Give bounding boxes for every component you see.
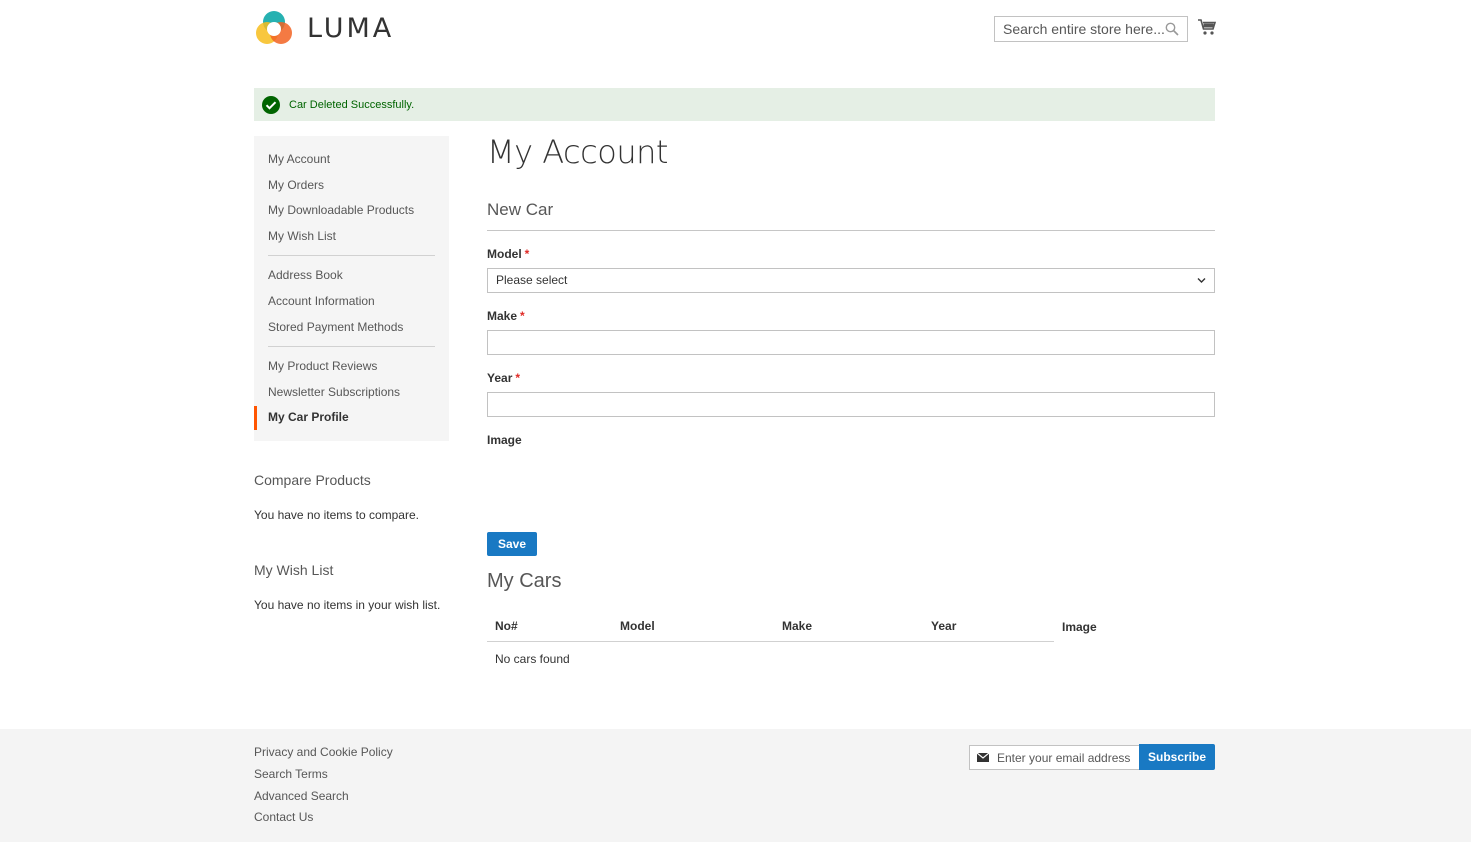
nav-active-indicator <box>254 406 257 430</box>
save-button[interactable]: Save <box>487 532 537 556</box>
column-header-model: Model <box>620 619 655 633</box>
footer-link-advanced-search[interactable]: Advanced Search <box>254 789 349 803</box>
nav-item-my-orders[interactable]: My Orders <box>268 178 324 192</box>
success-message: Car Deleted Successfully. <box>254 88 1215 121</box>
message-text: Car Deleted Successfully. <box>289 98 415 111</box>
page-header: LUMA <box>0 0 1471 60</box>
nav-item-my-account[interactable]: My Account <box>268 152 330 166</box>
nav-item-newsletter-subscriptions[interactable]: Newsletter Subscriptions <box>268 385 400 399</box>
table-header-divider <box>487 641 1054 642</box>
nav-item-my-car-profile[interactable]: My Car Profile <box>268 410 349 424</box>
year-label: Year * <box>487 371 520 385</box>
newsletter-email-input[interactable] <box>997 746 1137 769</box>
page-title: My Account <box>487 133 668 171</box>
search-input[interactable] <box>995 17 1165 41</box>
newsletter-box <box>969 745 1140 770</box>
subscribe-button[interactable]: Subscribe <box>1139 744 1215 770</box>
account-nav: My Account My Orders My Downloadable Pro… <box>254 136 449 441</box>
year-label-text: Year <box>487 371 513 385</box>
page-footer <box>0 729 1471 842</box>
column-header-image: Image <box>1062 620 1097 634</box>
wishlist-empty: You have no items in your wish list. <box>254 598 441 612</box>
my-cars-title: My Cars <box>487 570 562 592</box>
mail-icon <box>977 753 989 762</box>
column-header-make: Make <box>782 619 813 633</box>
search-box <box>994 16 1188 42</box>
nav-item-product-reviews[interactable]: My Product Reviews <box>268 359 377 373</box>
luma-logo-icon <box>256 11 292 44</box>
wishlist-title: My Wish List <box>254 562 334 578</box>
footer-link-privacy[interactable]: Privacy and Cookie Policy <box>254 745 393 759</box>
required-mark: * <box>524 247 530 261</box>
make-label: Make * <box>487 309 525 323</box>
empty-table-message: No cars found <box>495 652 570 666</box>
nav-item-stored-payment-methods[interactable]: Stored Payment Methods <box>268 320 403 334</box>
column-header-year: Year <box>931 619 957 633</box>
section-divider <box>487 230 1215 231</box>
check-circle-icon <box>262 95 280 114</box>
year-input[interactable] <box>487 392 1215 417</box>
column-header-no: No# <box>495 619 518 633</box>
required-mark: * <box>520 309 525 323</box>
compare-products-empty: You have no items to compare. <box>254 508 419 522</box>
make-label-text: Make <box>487 309 518 323</box>
make-input[interactable] <box>487 330 1215 355</box>
model-select[interactable]: Please select <box>487 268 1215 293</box>
nav-divider <box>268 346 435 347</box>
nav-divider <box>268 255 435 256</box>
model-label-text: Model <box>487 247 522 261</box>
footer-link-contact-us[interactable]: Contact Us <box>254 810 313 824</box>
search-icon[interactable] <box>1165 22 1179 36</box>
compare-products-title: Compare Products <box>254 472 371 488</box>
nav-item-downloadable-products[interactable]: My Downloadable Products <box>268 203 414 217</box>
model-select-value: Please select <box>496 273 568 287</box>
cart-icon[interactable] <box>1198 19 1216 36</box>
new-car-title: New Car <box>487 200 554 219</box>
footer-link-search-terms[interactable]: Search Terms <box>254 767 328 781</box>
nav-item-account-information[interactable]: Account Information <box>268 294 375 308</box>
image-label: Image <box>487 433 522 447</box>
model-label: Model * <box>487 247 529 261</box>
chevron-down-icon <box>1197 278 1206 283</box>
nav-item-address-book[interactable]: Address Book <box>268 268 343 282</box>
required-mark: * <box>515 371 521 385</box>
brand-name: LUMA <box>307 13 395 44</box>
nav-item-wish-list[interactable]: My Wish List <box>268 229 336 243</box>
store-logo[interactable]: LUMA <box>254 9 394 49</box>
